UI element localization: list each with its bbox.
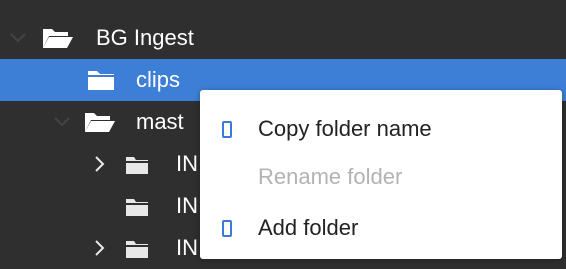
document-icon xyxy=(222,219,232,237)
closed-folder-icon xyxy=(126,155,148,179)
add-folder-menu-item[interactable]: Add folder xyxy=(200,203,562,253)
chevron-right-icon[interactable] xyxy=(90,238,110,258)
tree-node-label: BG Ingest xyxy=(96,25,194,50)
tree-node-label: IN xyxy=(176,151,198,176)
chevron-down-icon[interactable] xyxy=(52,112,72,132)
menu-item-label: Add folder xyxy=(258,215,359,240)
open-folder-icon xyxy=(42,27,74,54)
chevron-down-icon[interactable] xyxy=(8,28,28,48)
tree-node-label: IN xyxy=(176,193,198,218)
closed-folder-icon xyxy=(126,239,148,263)
menu-item-label: Rename folder xyxy=(258,164,403,189)
tree-node-label: mast xyxy=(136,109,184,134)
closed-folder-icon xyxy=(88,69,114,96)
tree-node-label: clips xyxy=(136,67,181,92)
chevron-right-icon[interactable] xyxy=(90,154,110,174)
menu-item-label: Copy folder name xyxy=(258,116,432,141)
rename-folder-menu-item: Rename folder xyxy=(200,152,562,202)
closed-folder-icon xyxy=(126,197,148,221)
tree-node-label: IN xyxy=(176,235,198,260)
copy-folder-name-menu-item[interactable]: Copy folder name xyxy=(200,104,562,154)
tree-node-bg-ingest[interactable]: BG Ingest xyxy=(0,17,566,59)
context-menu: Copy folder name Rename folder Add folde… xyxy=(200,90,562,259)
open-folder-icon xyxy=(84,111,116,138)
document-icon xyxy=(222,120,232,138)
